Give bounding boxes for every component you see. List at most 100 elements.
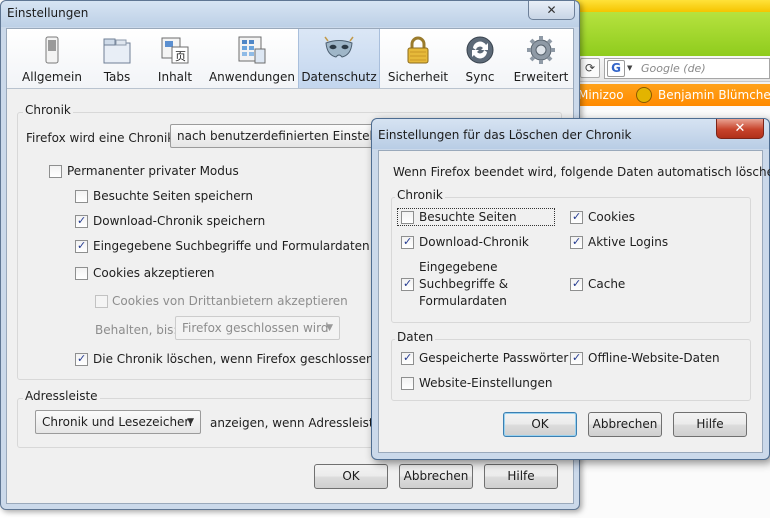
clear-forms-checkbox[interactable]: ✓ <box>401 277 414 291</box>
applications-icon <box>238 36 266 64</box>
clear-logins-label: Aktive Logins <box>588 235 669 249</box>
preferences-titlebar: Einstellungen <box>1 1 579 27</box>
pane-allgemein-label: Allgemein <box>22 70 82 84</box>
clear-offline-data-label: Offline-Website-Daten <box>588 351 720 365</box>
clear-history-cancel-label: Abbrechen <box>592 417 658 431</box>
checkmark-icon: ✓ <box>77 239 87 252</box>
keep-until-label: Behalten, bis: <box>95 323 178 337</box>
search-engine-dropdown-icon[interactable]: ▼ <box>627 64 632 72</box>
clear-site-settings-label: Website-Einstellungen <box>419 376 553 390</box>
clear-history-help-label: Hilfe <box>696 417 724 431</box>
clear-cookies-checkbox[interactable]: ✓ <box>570 210 583 224</box>
clear-downloads-label: Download-Chronik <box>419 235 529 249</box>
browser-theme-banner <box>560 12 770 56</box>
clear-history-settings-dialog: Einstellungen für das Löschen der Chroni… <box>371 118 770 460</box>
checkmark-icon: ✓ <box>403 277 413 290</box>
clear-history-help-button[interactable]: Hilfe <box>673 412 747 437</box>
sync-icon <box>466 36 494 64</box>
preferences-pane-toolbar: Allgemein Tabs 页 Inhalt Anwendungen Date… <box>7 29 573 89</box>
clear-forms-label-line-1: Eingegebene <box>419 260 498 274</box>
keep-until-value: Firefox geschlossen wird <box>182 321 329 335</box>
preferences-help-button[interactable]: Hilfe <box>484 464 558 489</box>
remember-downloads-label: Download-Chronik speichern <box>93 214 266 228</box>
clear-history-titlebar: Einstellungen für das Löschen der Chroni… <box>372 119 769 149</box>
clear-cache-label: Cache <box>588 277 626 291</box>
search-engine-icon[interactable]: G <box>607 60 625 77</box>
padlock-icon <box>407 36 429 64</box>
pane-erweitert[interactable]: Erweitert <box>511 29 571 88</box>
bookmark-benjamin-bluemchen[interactable]: Benjamin Blümchen <box>658 88 770 102</box>
clear-forms-label-line-2: Suchbegriffe & <box>419 277 509 291</box>
pane-sync-label: Sync <box>465 70 495 84</box>
preferences-ok-label: OK <box>342 469 360 483</box>
pane-inhalt[interactable]: 页 Inhalt <box>149 29 201 88</box>
clear-cache-checkbox[interactable]: ✓ <box>570 277 583 291</box>
remember-downloads-checkbox[interactable]: ✓ <box>75 214 88 228</box>
remember-visits-checkbox[interactable] <box>75 190 88 203</box>
clear-history-close-button[interactable]: ✕ <box>716 119 764 139</box>
clear-history-title: Einstellungen für das Löschen der Chroni… <box>378 128 632 142</box>
bookmarks-toolbar: Minizoo Benjamin Blümchen <box>560 84 770 106</box>
clear-forms-label-line-3: Formulardaten <box>419 294 507 308</box>
clear-site-settings-checkbox[interactable] <box>401 377 414 390</box>
checkmark-icon: ✓ <box>403 351 413 364</box>
location-bar-suggest-dropdown[interactable]: Chronik und Lesezeichen ▼ <box>35 410 201 434</box>
preferences-cancel-button[interactable]: Abbrechen <box>399 464 473 489</box>
clear-visited-label: Besuchte Seiten <box>419 210 517 224</box>
tabs-icon <box>103 38 131 64</box>
pane-anwendungen[interactable]: Anwendungen <box>207 29 297 88</box>
pane-tabs-label: Tabs <box>103 70 131 84</box>
svg-text:页: 页 <box>175 50 186 63</box>
search-box[interactable]: G ▼ Google (de) <box>604 58 770 79</box>
clear-passwords-label: Gespeicherte Passwörter <box>419 351 569 365</box>
clear-history-body: Wenn Firefox beendet wird, folgende Date… <box>378 150 770 453</box>
search-placeholder: Google (de) <box>641 62 706 75</box>
mask-icon <box>324 36 354 58</box>
clear-cookies-label: Cookies <box>588 210 635 224</box>
clear-offline-data-checkbox[interactable]: ✓ <box>570 351 583 365</box>
pane-anwendungen-label: Anwendungen <box>208 70 296 84</box>
pane-sicherheit-label: Sicherheit <box>387 70 449 84</box>
switch-icon <box>45 36 59 64</box>
pane-sync[interactable]: Sync <box>455 29 505 88</box>
accept-cookies-checkbox[interactable] <box>75 267 88 280</box>
gear-icon <box>527 36 555 64</box>
pane-sicherheit[interactable]: Sicherheit <box>385 29 451 88</box>
clear-history-ok-button[interactable]: OK <box>503 412 577 437</box>
checkmark-icon: ✓ <box>572 235 582 248</box>
clear-data-group-frame <box>391 339 751 401</box>
clear-on-close-checkbox[interactable]: ✓ <box>75 352 88 366</box>
preferences-close-button[interactable]: ✕ <box>528 1 575 20</box>
checkmark-icon: ✓ <box>572 277 582 290</box>
preferences-ok-button[interactable]: OK <box>314 464 388 489</box>
preferences-cancel-label: Abbrechen <box>403 469 469 483</box>
clear-history-group-label: Chronik <box>395 188 445 202</box>
checkmark-icon: ✓ <box>77 214 87 227</box>
clear-visited-checkbox[interactable] <box>401 211 414 224</box>
bookmark-minizoo[interactable]: Minizoo <box>578 88 624 102</box>
clear-on-close-label: Die Chronik löschen, wenn Firefox geschl… <box>93 352 403 366</box>
remember-forms-checkbox[interactable]: ✓ <box>75 239 88 253</box>
accept-cookies-label: Cookies akzeptieren <box>93 266 215 280</box>
third-party-cookies-checkbox[interactable] <box>95 295 108 308</box>
pane-tabs[interactable]: Tabs <box>91 29 143 88</box>
reload-icon[interactable]: ⟳ <box>580 58 600 78</box>
keep-until-dropdown[interactable]: Firefox geschlossen wird ▼ <box>175 316 340 340</box>
remember-visits-label: Besuchte Seiten speichern <box>93 189 253 203</box>
pane-allgemein[interactable]: Allgemein <box>21 29 83 88</box>
preferences-title: Einstellungen <box>7 6 89 20</box>
clear-logins-checkbox[interactable]: ✓ <box>570 235 583 249</box>
clear-history-cancel-button[interactable]: Abbrechen <box>588 412 662 437</box>
clear-history-intro: Wenn Firefox beendet wird, folgende Date… <box>393 165 770 179</box>
checkmark-icon: ✓ <box>572 210 582 223</box>
pane-datenschutz[interactable]: Datenschutz <box>298 29 380 88</box>
clear-passwords-checkbox[interactable]: ✓ <box>401 351 414 365</box>
clear-history-ok-label: OK <box>531 417 549 431</box>
private-mode-checkbox[interactable] <box>49 165 62 178</box>
chevron-down-icon: ▼ <box>326 323 333 333</box>
pane-datenschutz-label: Datenschutz <box>301 70 377 84</box>
clear-downloads-checkbox[interactable]: ✓ <box>401 235 414 249</box>
location-bar-group-label: Adressleiste <box>23 389 100 403</box>
content-icon: 页 <box>161 37 189 64</box>
preferences-help-label: Hilfe <box>507 469 535 483</box>
